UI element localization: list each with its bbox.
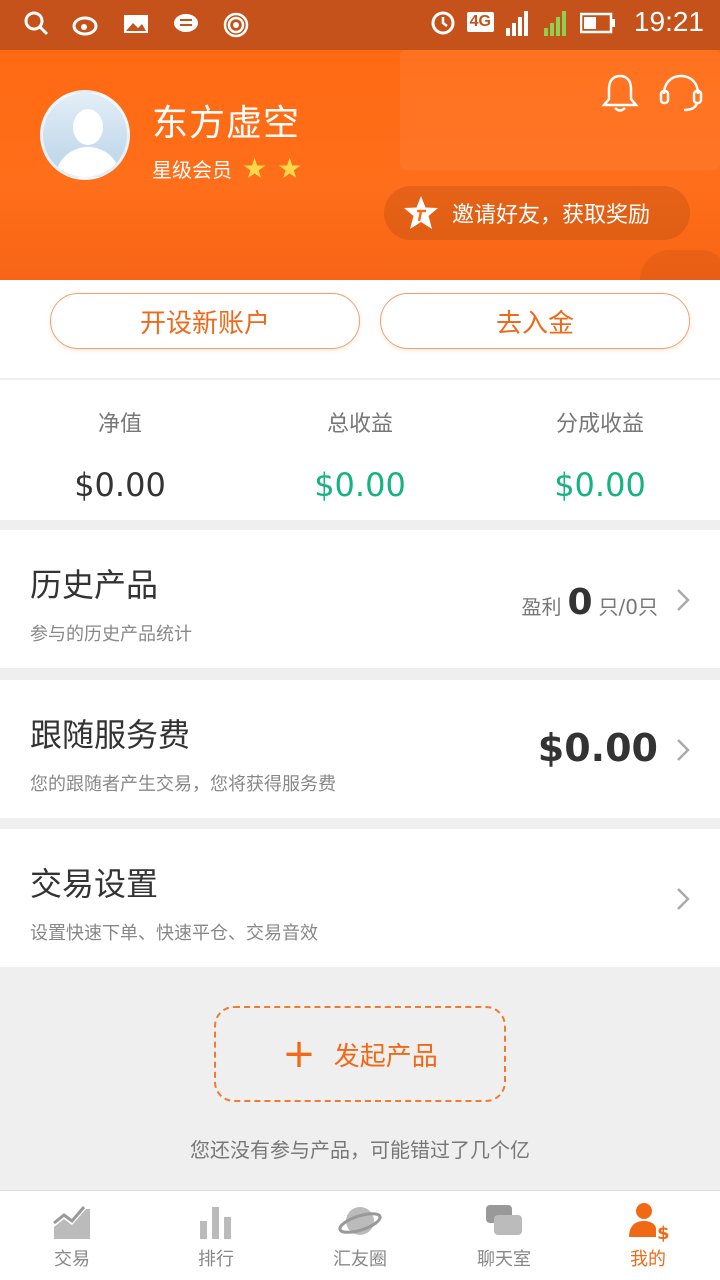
launch-product-button[interactable]: + 发起产品 (214, 1006, 506, 1102)
row-title: 历史产品 (30, 566, 159, 604)
profit-label: 盈利 (521, 595, 562, 619)
weibo-icon (72, 16, 98, 36)
battery-icon (579, 12, 615, 34)
profit-count: 0 (567, 582, 593, 623)
row-title: 交易设置 (30, 865, 159, 903)
planet-icon (338, 1207, 382, 1235)
invite-text: 邀请好友，获取奖励 (452, 203, 651, 228)
tab-trade[interactable]: 交易 (0, 1199, 144, 1271)
star-badge-icon (404, 196, 438, 229)
stat-label: 总收益 (326, 412, 393, 437)
tab-community[interactable]: 汇友圈 (288, 1199, 432, 1271)
deposit-button[interactable]: 去入金 (380, 293, 690, 349)
stat-total-profit: 总收益 $0.00 (240, 406, 480, 504)
clock: 19:21 (633, 6, 704, 37)
tab-mine[interactable]: $ 我的 (576, 1199, 720, 1271)
member-label: 星级会员 (152, 158, 232, 182)
row-subtitle: 您的跟随者产生交易，您将获得服务费 (30, 774, 336, 795)
tab-label: 交易 (54, 1249, 90, 1270)
user-name: 东方虚空 (152, 103, 301, 144)
empty-hint: 您还没有参与产品，可能错过了几个亿 (190, 1138, 530, 1162)
avatar[interactable] (40, 90, 130, 180)
row-subtitle: 参与的历史产品统计 (30, 624, 192, 645)
svg-text:$: $ (657, 1223, 670, 1243)
tab-label: 聊天室 (477, 1249, 531, 1270)
account-actions: 开设新账户 去入金 (0, 280, 720, 378)
chevron-right-icon (677, 589, 690, 611)
tab-ranking[interactable]: 排行 (144, 1199, 288, 1271)
stat-share-profit: 分成收益 $0.00 (480, 406, 720, 504)
profile-header: 东方虚空 星级会员 ★ ★ 邀请好友，获取奖励 (0, 50, 720, 280)
tab-chatroom[interactable]: 聊天室 (432, 1199, 576, 1271)
signal-icon (505, 11, 528, 36)
tab-label: 我的 (630, 1249, 666, 1270)
tab-label: 排行 (198, 1249, 234, 1270)
stat-value: $0.00 (554, 466, 646, 504)
network-badge: 4G (466, 12, 494, 32)
bar-chart-icon (200, 1207, 231, 1239)
row-subtitle: 设置快速下单、快速平仓、交易音效 (30, 923, 318, 944)
gallery-icon (124, 15, 148, 33)
stat-value: $0.00 (314, 466, 406, 504)
row-title: 跟随服务费 (30, 716, 191, 754)
hotspot-icon (223, 12, 249, 38)
member-level: 星级会员 ★ ★ (152, 154, 302, 183)
bell-icon[interactable] (600, 72, 640, 114)
invite-friends-button[interactable]: 邀请好友，获取奖励 (384, 186, 690, 240)
message-icon (174, 14, 198, 32)
chevron-right-icon (677, 888, 690, 910)
chat-bubbles-icon (486, 1205, 522, 1235)
history-products-row[interactable]: 历史产品 参与的历史产品统计 盈利 0 只/0只 (0, 530, 720, 668)
trade-settings-row[interactable]: 交易设置 设置快速下单、快速平仓、交易音效 (0, 829, 720, 967)
stat-net-value: 净值 $0.00 (0, 406, 240, 504)
open-account-button[interactable]: 开设新账户 (50, 293, 360, 349)
stat-label: 净值 (97, 412, 142, 437)
search-icon (24, 11, 49, 36)
tab-label: 汇友圈 (333, 1249, 387, 1270)
follow-fee-row[interactable]: 跟随服务费 您的跟随者产生交易，您将获得服务费 $0.00 (0, 680, 720, 818)
star-icon: ★ (242, 151, 268, 185)
trend-chart-icon (53, 1206, 90, 1239)
stat-label: 分成收益 (555, 412, 644, 437)
plus-icon: + (282, 1031, 316, 1077)
chevron-right-icon (677, 739, 690, 761)
user-dollar-icon: $ (629, 1203, 670, 1243)
bottom-tab-bar: 交易 排行 汇友圈 聊天室 $ 我的 (0, 1190, 720, 1280)
stats-panel: 净值 $0.00 总收益 $0.00 分成收益 $0.00 (0, 380, 720, 520)
profit-suffix: 只/0只 (598, 595, 658, 619)
signal-2-icon (543, 11, 566, 36)
launch-label: 发起产品 (333, 1041, 438, 1072)
stat-value: $0.00 (74, 466, 166, 504)
fee-value: $0.00 (537, 726, 658, 770)
star-icon: ★ (277, 151, 303, 185)
profit-summary: 盈利 0 只/0只 (521, 582, 658, 623)
status-bar: 4G 19:21 (0, 0, 720, 50)
alarm-icon (431, 11, 455, 35)
customer-service-icon[interactable] (658, 72, 704, 114)
